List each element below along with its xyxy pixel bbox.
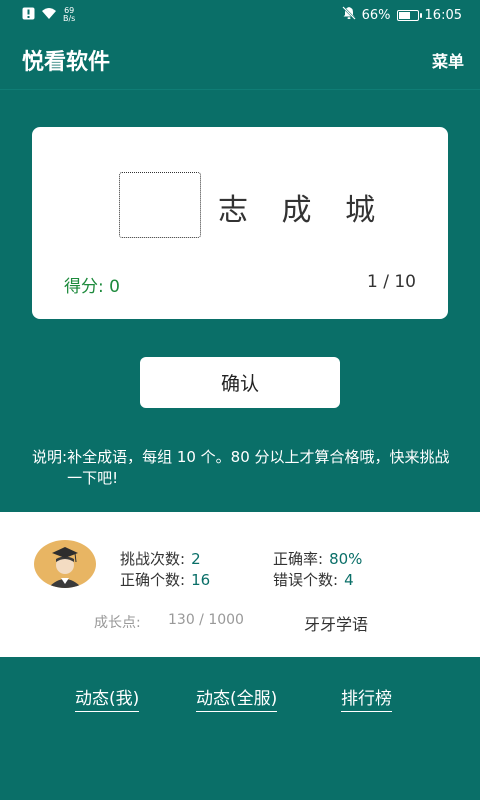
answer-blank-input[interactable] <box>119 172 201 238</box>
stats-panel: 挑战次数: 2 正确率: 80% 正确个数: 16 错误个数: 4 成长点: 130 /… <box>0 512 480 657</box>
battery-percent: 66% <box>361 7 391 23</box>
quiz-card: 志 成 城 得分: 0 1 / 10 <box>32 127 448 319</box>
avatar <box>34 540 96 588</box>
attempts-stat: 挑战次数: 2 <box>120 548 201 569</box>
nav-my-feed[interactable]: 动态(我) <box>75 684 140 712</box>
nav-ranking[interactable]: 排行榜 <box>341 684 392 712</box>
app-title: 悦看软件 <box>22 49 111 75</box>
score-label: 得分: <box>64 277 104 297</box>
wifi-icon <box>41 7 57 24</box>
instructions-label: 说明: <box>32 448 68 466</box>
nav-all-feed[interactable]: 动态(全服) <box>196 684 278 712</box>
accuracy-stat: 正确率: 80% <box>273 548 362 569</box>
battery-icon <box>396 9 422 21</box>
question-progress: 1 / 10 <box>367 272 416 292</box>
score: 得分: 0 <box>64 272 120 297</box>
attempts-value: 2 <box>191 550 201 568</box>
level-title: 牙牙学语 <box>304 615 369 634</box>
correct-label: 正确个数: <box>120 571 186 589</box>
wrong-stat: 错误个数: 4 <box>273 569 354 590</box>
network-speed: 69 B/s <box>63 7 75 23</box>
clock: 16:05 <box>424 7 462 23</box>
wrong-value: 4 <box>344 571 354 589</box>
app-bar: 悦看软件 菜单 <box>0 30 480 90</box>
instructions: 说明: 补全成语，每组 10 个。80 分以上才算合格哦，快来挑战一下吧! <box>32 447 452 489</box>
accuracy-label: 正确率: <box>273 550 324 568</box>
status-bar: 69 B/s 66% 16:05 <box>0 0 480 30</box>
mute-icon <box>341 6 356 24</box>
bottom-nav <box>0 657 480 800</box>
correct-value: 16 <box>191 571 211 589</box>
wrong-label: 错误个数: <box>273 571 339 589</box>
correct-stat: 正确个数: 16 <box>120 569 210 590</box>
idiom-characters: 志 成 城 <box>218 193 388 228</box>
confirm-button[interactable]: 确认 <box>140 357 340 408</box>
attempts-label: 挑战次数: <box>120 550 186 568</box>
growth-points-label: 成长点: <box>94 615 141 631</box>
alert-icon <box>22 7 35 24</box>
net-speed-unit: B/s <box>63 14 76 23</box>
score-value: 0 <box>109 277 120 297</box>
battery-level-fill <box>398 11 410 19</box>
instructions-text: 补全成语，每组 10 个。80 分以上才算合格哦，快来挑战一下吧! <box>67 448 450 487</box>
graduate-avatar-icon <box>48 547 82 588</box>
menu-button[interactable]: 菜单 <box>432 48 464 72</box>
accuracy-value: 80% <box>329 550 363 568</box>
growth-points-value: 130 / 1000 <box>168 612 244 628</box>
